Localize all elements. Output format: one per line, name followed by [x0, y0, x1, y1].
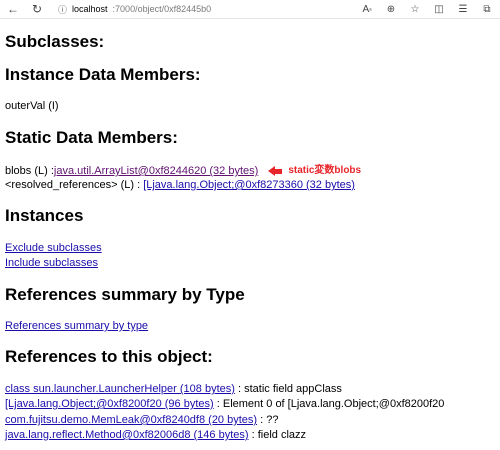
blobs-row: blobs (L) : java.util.ArrayList@0xf82446… — [5, 164, 361, 178]
instance-members-heading: Instance Data Members: — [5, 65, 201, 84]
address-bar[interactable]: ⓘ localhost :7000/object/0xf82445b0 — [58, 3, 211, 16]
toolbar-actions: Aₐ ⊕ ☆ ◫ ☰ ⧉ — [360, 2, 494, 16]
subclasses-heading: Subclasses: — [5, 32, 105, 51]
url-host: localhost — [72, 4, 108, 14]
resolved-link[interactable]: [Ljava.lang.Object;@0xf8273360 (32 bytes… — [143, 179, 355, 191]
reference-suffix: : field clazz — [248, 429, 307, 441]
refs-heading: References to this object: — [5, 347, 213, 366]
blobs-link[interactable]: java.util.ArrayList@0xf8244620 (32 bytes… — [54, 164, 258, 178]
read-aloud-icon[interactable]: Aₐ — [360, 2, 374, 16]
split-screen-icon[interactable]: ◫ — [432, 2, 446, 16]
resolved-label: <resolved_references> (L) : — [5, 179, 144, 191]
arrow-tail — [275, 168, 283, 174]
zoom-icon[interactable]: ⊕ — [384, 2, 398, 16]
reference-suffix: : Element 0 of [Ljava.lang.Object;@0xf82… — [213, 398, 445, 410]
static-members-heading: Static Data Members: — [5, 128, 178, 147]
instances-heading: Instances — [5, 206, 84, 225]
url-path: :7000/object/0xf82445b0 — [112, 4, 212, 14]
resolved-row: <resolved_references> (L) : [Ljava.lang.… — [5, 178, 355, 192]
ref-summary-link[interactable]: References summary by type — [5, 320, 148, 332]
reference-row: com.fujitsu.demo.MemLeak@0xf8240df8 (20 … — [5, 413, 278, 427]
exclude-subclasses-link[interactable]: Exclude subclasses — [5, 242, 102, 254]
outer-val-member: outerVal (I) — [5, 100, 59, 112]
annotation-text: static変数blobs — [288, 165, 362, 176]
include-subclasses-link[interactable]: Include subclasses — [5, 257, 98, 269]
info-icon: ⓘ — [58, 4, 68, 15]
favorites-bar-icon[interactable]: ☰ — [456, 2, 470, 16]
blobs-label: blobs (L) : — [5, 165, 54, 177]
collections-icon[interactable]: ⧉ — [480, 2, 494, 16]
favorite-icon[interactable]: ☆ — [408, 2, 422, 16]
reference-row: [Ljava.lang.Object;@0xf8200f20 (96 bytes… — [5, 397, 444, 411]
reference-suffix: : ?? — [257, 414, 279, 426]
reference-link[interactable]: [Ljava.lang.Object;@0xf8200f20 (96 bytes… — [5, 398, 214, 410]
ref-summary-heading: References summary by Type — [5, 285, 245, 304]
reference-link[interactable]: com.fujitsu.demo.MemLeak@0xf8240df8 (20 … — [5, 414, 257, 426]
annotation: static変数blobs — [268, 164, 361, 178]
reference-suffix: : static field appClass — [234, 383, 342, 395]
reference-link[interactable]: java.lang.reflect.Method@0xf82006d8 (146… — [5, 429, 249, 441]
reference-row: java.lang.reflect.Method@0xf82006d8 (146… — [5, 428, 306, 442]
left-arrow-icon — [268, 166, 276, 176]
reference-row: class sun.launcher.LauncherHelper (108 b… — [5, 382, 342, 396]
refresh-icon[interactable]: ↻ — [30, 2, 44, 16]
back-icon[interactable]: ← — [6, 2, 20, 16]
reference-link[interactable]: class sun.launcher.LauncherHelper (108 b… — [5, 383, 235, 395]
browser-toolbar: ← ↻ ⓘ localhost :7000/object/0xf82445b0 A… — [0, 0, 500, 19]
